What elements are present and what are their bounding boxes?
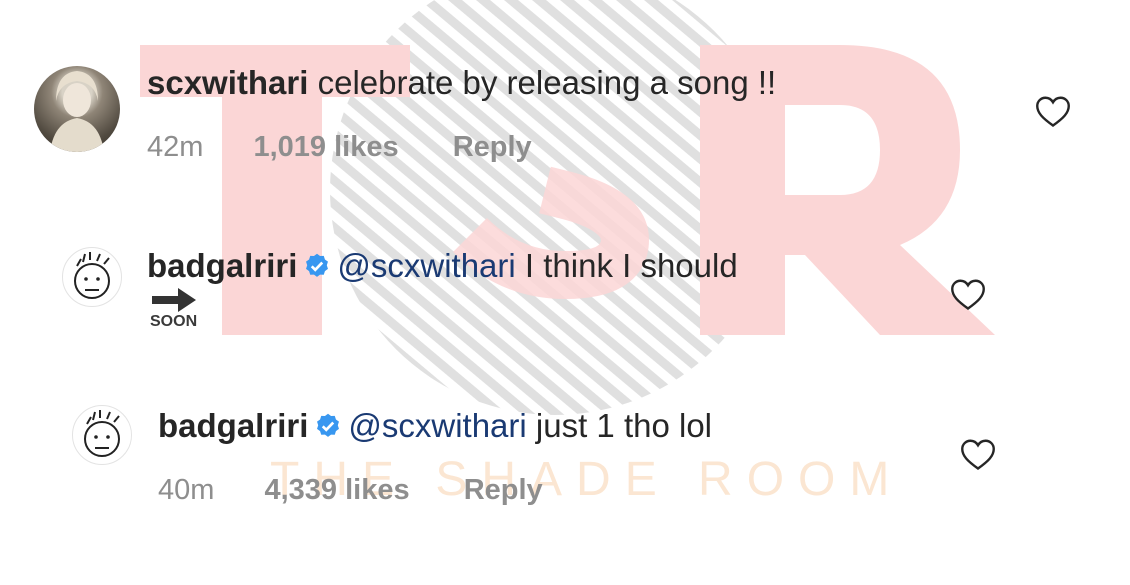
username[interactable]: badgalriri (147, 247, 297, 284)
comment-text: just 1 tho lol (535, 407, 713, 444)
like-heart-icon[interactable] (960, 438, 996, 472)
soon-sticker: SOON (148, 285, 204, 333)
likes-count[interactable]: 1,019 likes (253, 130, 398, 164)
mention-link[interactable]: @scxwithari (337, 247, 515, 284)
comment-meta: 42m 1,019 likes Reply (147, 130, 532, 164)
like-heart-icon[interactable] (1035, 95, 1071, 129)
right-arrow-icon (152, 288, 196, 312)
doodle-face-icon (74, 252, 110, 299)
avatar[interactable] (72, 405, 132, 465)
mention-link[interactable]: @scxwithari (348, 407, 526, 444)
username[interactable]: badgalriri (158, 407, 308, 444)
timestamp: 40m (158, 474, 215, 506)
reply-button[interactable]: Reply (453, 130, 532, 164)
username[interactable]: scxwithari (147, 64, 308, 101)
verified-badge-icon (314, 409, 342, 449)
profile-photo-icon (50, 71, 104, 152)
comment-meta: 40m 4,339 likes Reply (158, 473, 543, 507)
comment-text-line: scxwithari celebrate by releasing a song… (147, 63, 776, 103)
avatar[interactable] (34, 66, 120, 152)
verified-badge-icon (303, 249, 331, 289)
avatar[interactable] (62, 247, 122, 307)
doodle-face-icon (84, 410, 120, 457)
soon-label: SOON (150, 313, 198, 330)
comment-text-line: badgalriri @scxwithari I think I should (147, 246, 738, 289)
reply-button[interactable]: Reply (464, 473, 543, 507)
comment-text: celebrate by releasing a song !! (317, 64, 777, 101)
like-heart-icon[interactable] (950, 278, 986, 312)
comment-text: I think I should (524, 247, 738, 284)
timestamp: 42m (147, 131, 204, 163)
comment-text-line: badgalriri @scxwithari just 1 tho lol (158, 406, 712, 449)
likes-count[interactable]: 4,339 likes (264, 473, 409, 507)
